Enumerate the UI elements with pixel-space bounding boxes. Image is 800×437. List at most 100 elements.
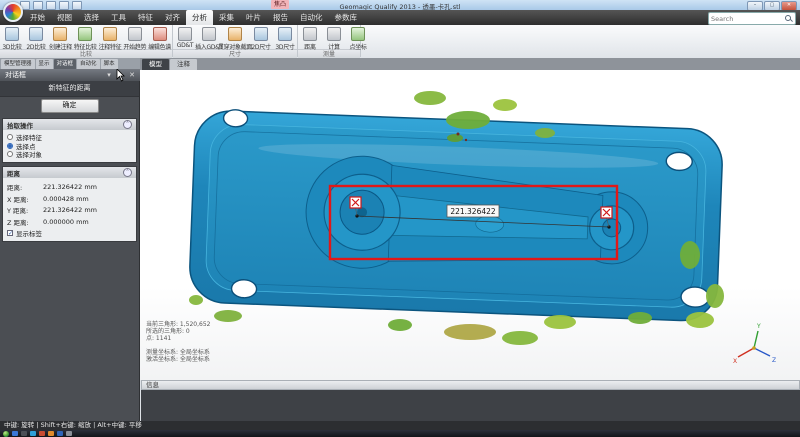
compare-features-icon: [78, 27, 92, 41]
coordinate-system-info: 测量坐标系: 全局坐标系 激活坐标系: 全局坐标系: [146, 349, 210, 363]
info-pane-title[interactable]: 信息: [141, 380, 800, 390]
compare-3d-icon: [5, 27, 19, 41]
pick-operation-section: 拾取操作 ⌃ 选择特征 选择点 选择对象: [2, 118, 137, 163]
search-icon: [785, 15, 792, 22]
side-pane-tabs: 模型管理器 显示 对话框 自动化 脚本: [0, 58, 140, 69]
ok-button[interactable]: 确定: [41, 99, 99, 113]
create-annotation-icon: [53, 27, 67, 41]
pane-tab-automation[interactable]: 自动化: [77, 59, 100, 69]
geomagic-logo-icon[interactable]: [3, 2, 23, 22]
taskbar-app-icon[interactable]: [48, 431, 54, 436]
create-annotation-button[interactable]: 创建注释: [48, 26, 73, 52]
model-canvas: 221.326422 X Y Z: [140, 70, 800, 380]
ribbon: 3D比较 2D比较 创建注释 特征比较 注释特征 开始趋势 编辑色谱 比较 GD…: [0, 25, 800, 59]
compare-2d-button[interactable]: 2D比较: [24, 26, 48, 52]
measurement-label: 221.326422: [447, 205, 499, 217]
distance-section: 距离 ⌃ 距离: 221.326422 mm X 距离: 0.000428 mm…: [2, 166, 137, 242]
begin-trend-button[interactable]: 开始趋势: [122, 26, 147, 52]
model-statistics: 当前三角形: 1,520,652 所选的三角形: 0 点: 1141: [146, 321, 210, 343]
dimension-3d-button[interactable]: 3D尺寸: [273, 26, 297, 52]
collapse-icon[interactable]: ⌃: [123, 120, 132, 129]
status-bar: 中键: 旋转 | Shift+右键: 缩放 | Alt+中键: 平移: [0, 421, 800, 430]
viewport-tab-annotation[interactable]: 注释: [170, 59, 197, 70]
distance-section-title: 距离: [7, 168, 20, 178]
show-label-checkbox[interactable]: ✓ 显示标签: [7, 229, 132, 238]
taskbar-app-icon[interactable]: [57, 431, 63, 436]
svg-text:X: X: [733, 358, 737, 365]
viewport-3d[interactable]: 221.326422 X Y Z: [140, 70, 800, 380]
compare-2d-icon: [29, 27, 43, 41]
edit-spectrum-icon: [153, 27, 167, 41]
calculate-button[interactable]: 计算: [322, 26, 346, 52]
distance-x-row: X 距离: 0.000428 mm: [7, 194, 132, 203]
svg-text:Z: Z: [772, 357, 776, 364]
annotate-features-button[interactable]: 注释特征: [98, 26, 123, 52]
tab-features[interactable]: 特征: [132, 10, 159, 25]
radio-select-point[interactable]: 选择点: [7, 142, 132, 149]
point-coordinates-icon: [351, 27, 365, 41]
point-coordinates-button[interactable]: 点坐标: [346, 26, 370, 52]
ribbon-group-compare: 3D比较 2D比较 创建注释 特征比较 注释特征 开始趋势 编辑色谱 比较: [0, 25, 173, 57]
pane-tab-model-manager[interactable]: 模型管理器: [1, 59, 35, 69]
radio-selected-icon[interactable]: [7, 143, 13, 149]
collapse-icon[interactable]: ⌃: [123, 168, 132, 177]
windows-taskbar: [0, 430, 800, 437]
taskbar-app-icon[interactable]: [21, 431, 27, 436]
dialog-panel: 新特征的距离 确定 拾取操作 ⌃ 选择特征 选择点 选择对象: [0, 81, 140, 421]
taskbar-app-icon[interactable]: [30, 431, 36, 436]
search-input[interactable]: [709, 14, 785, 23]
taskbar-app-icon[interactable]: [39, 431, 45, 436]
tab-select[interactable]: 选择: [78, 10, 105, 25]
info-pane-body: [141, 390, 800, 421]
tab-align[interactable]: 对齐: [159, 10, 186, 25]
checkbox-checked-icon[interactable]: ✓: [7, 230, 13, 236]
pane-tab-display[interactable]: 显示: [36, 59, 53, 69]
svg-text:221.326422: 221.326422: [450, 207, 496, 216]
viewport-tab-model[interactable]: 模型: [142, 59, 169, 70]
compare-features-button[interactable]: 特征比较: [73, 26, 98, 52]
taskbar-app-icon[interactable]: [12, 431, 18, 436]
edit-spectrum-button[interactable]: 编辑色谱: [147, 26, 172, 52]
compare-3d-button[interactable]: 3D比较: [0, 26, 24, 52]
pane-tab-dialog[interactable]: 对话框: [54, 59, 77, 69]
radio-icon[interactable]: [7, 151, 13, 157]
gdt-button[interactable]: GD&T: [173, 26, 197, 50]
radio-select-feature[interactable]: 选择特征: [7, 134, 132, 141]
distance-row: 距离: 221.326422 mm: [7, 183, 132, 192]
tab-view[interactable]: 视图: [51, 10, 78, 25]
tab-automation[interactable]: 自动化: [294, 10, 329, 25]
through-object-section-button[interactable]: 贯穿对象截面: [221, 26, 249, 52]
tab-capture[interactable]: 采集: [213, 10, 240, 25]
tab-tools[interactable]: 工具: [105, 10, 132, 25]
viewport-tab-bar: 模型 注释: [140, 58, 800, 70]
distance-y-row: Y 距离: 221.326422 mm: [7, 206, 132, 215]
tab-home[interactable]: 开始: [24, 10, 51, 25]
dialog-message: 新特征的距离: [0, 81, 139, 97]
tab-analysis[interactable]: 分析: [186, 10, 213, 25]
dimension-2d-icon: [254, 27, 268, 41]
begin-trend-icon: [128, 27, 142, 41]
annotate-features-icon: [103, 27, 117, 41]
pane-tab-script[interactable]: 脚本: [101, 59, 118, 69]
insert-gdt-icon: [202, 27, 216, 41]
info-pane: 信息: [141, 380, 800, 421]
radio-select-object[interactable]: 选择对象: [7, 151, 132, 158]
start-button-icon[interactable]: [3, 431, 9, 437]
tab-report[interactable]: 报告: [267, 10, 294, 25]
tab-library[interactable]: 参数库: [329, 10, 364, 25]
distance-button[interactable]: 距离: [298, 26, 322, 52]
dimension-3d-icon: [278, 27, 292, 41]
calculate-icon: [327, 27, 341, 41]
search-box[interactable]: [708, 12, 796, 25]
svg-text:Y: Y: [756, 323, 761, 330]
dimension-2d-button[interactable]: 2D尺寸: [249, 26, 273, 52]
coordinate-triad: X Y Z: [733, 323, 776, 365]
tab-blade[interactable]: 叶片: [240, 10, 267, 25]
application-window: 焦凸 Geomagic Qualify 2013 - 透墨-卡孔.stl – ▢…: [0, 0, 800, 437]
radio-icon[interactable]: [7, 134, 13, 140]
ribbon-tab-bar: 开始 视图 选择 工具 特征 对齐 分析 采集 叶片 报告 自动化 参数库: [0, 10, 800, 25]
taskbar-app-icon[interactable]: [66, 431, 72, 436]
distance-z-row: Z 距离: 0.000000 mm: [7, 217, 132, 226]
pick-section-title: 拾取操作: [7, 120, 33, 130]
ribbon-group-dimension: GD&T 插入GD&T 贯穿对象截面 2D尺寸 3D尺寸 尺寸: [173, 25, 298, 57]
